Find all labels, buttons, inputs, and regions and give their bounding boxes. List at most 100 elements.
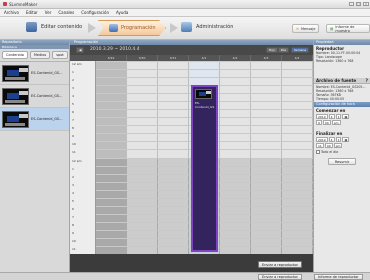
allday-checkbox[interactable] <box>316 150 320 154</box>
monitor-icon <box>181 22 192 32</box>
start-hour-input[interactable]: 9 <box>316 120 322 125</box>
hour-line <box>96 61 313 62</box>
library-tabs: Contenido Medios spot <box>0 49 69 62</box>
end-hour-input[interactable]: 11 <box>316 143 324 148</box>
event-thumbnail <box>195 89 212 100</box>
day-view-button[interactable]: Día <box>278 47 289 53</box>
message-label: Mensaje <box>300 26 316 31</box>
app-icon <box>3 2 7 6</box>
admin-button[interactable]: Administración <box>181 22 233 32</box>
schedule-grid[interactable]: 12 am 1 2 3 4 5 6 7 8 9 10 11 12 pm 1 2 3 4 5 6 7 8 9 10 11 ES-… <box>70 61 313 254</box>
hour-label: 4 <box>72 190 74 195</box>
reset-button[interactable]: Resumir <box>328 158 356 165</box>
list-item[interactable]: ES-Contenid_GS... <box>0 85 69 108</box>
hour-label: 11 <box>72 246 76 251</box>
title-bar: SLvmneMaker – □ × <box>0 0 370 9</box>
menu-editar[interactable]: Editar <box>26 10 38 15</box>
status-bar: Enviar a reproductor Informe de reproduc… <box>0 272 370 280</box>
hour-label: 12 pm <box>72 158 82 163</box>
hour-label: 10 <box>72 142 76 147</box>
menu-canales[interactable]: Canales <box>58 10 74 15</box>
app-window: SLvmneMaker – □ × Archivo Editar Ver Can… <box>0 0 370 280</box>
maximize-icon[interactable]: □ <box>356 2 361 6</box>
report-label: Informe de muestra <box>335 24 355 33</box>
content-thumbnail <box>2 110 29 128</box>
menu-configuracion[interactable]: Configuración <box>81 10 109 15</box>
start-minute-input[interactable]: 00 <box>322 120 331 125</box>
admin-label: Administración <box>196 24 234 30</box>
week-view-button[interactable]: Semana <box>291 47 310 53</box>
tab-spot[interactable]: spot <box>52 51 68 59</box>
hour-label: 9 <box>72 134 74 139</box>
tab-contenido[interactable]: Contenido <box>2 51 28 59</box>
list-item-label: ES-Contenid_GS... <box>31 117 63 121</box>
hour-label: 7 <box>72 214 74 219</box>
schedule-label: Programación <box>121 25 156 31</box>
end-month-input[interactable]: 4 <box>328 137 335 142</box>
hour-label: 8 <box>72 222 74 227</box>
window-title: SLvmneMaker <box>9 2 38 7</box>
report-button[interactable]: ▤ Informe de muestra <box>326 24 370 33</box>
end-minute-input[interactable]: 00 <box>324 143 333 148</box>
help-icon[interactable]: ? <box>366 78 368 83</box>
start-year-input[interactable]: 2010 <box>316 114 328 119</box>
menu-archivo[interactable]: Archivo <box>4 10 19 15</box>
file-time: Tiempo: 00:00:05 <box>316 97 345 101</box>
send-to-player-button[interactable]: Enviar a reproductor <box>258 261 302 268</box>
hour-label: 5 <box>72 198 74 203</box>
player-resolution: Resolución: 1360 x 768 <box>316 59 354 63</box>
hour-label: 3 <box>72 182 74 187</box>
menu-ayuda[interactable]: Ayuda <box>116 10 128 15</box>
minimize-icon[interactable]: – <box>349 2 354 6</box>
calendar-icon <box>109 24 118 32</box>
hour-label: 1 <box>72 166 74 171</box>
hour-column: 12 am 1 2 3 4 5 6 7 8 9 10 11 12 pm 1 2 3 4 5 6 7 8 9 10 11 <box>70 61 96 254</box>
end-time-field: 11 00 pm <box>316 143 368 148</box>
edit-content-label: Editar contenido <box>41 24 83 30</box>
close-icon[interactable]: × <box>363 2 369 6</box>
start-day-input[interactable]: 1 <box>335 114 342 119</box>
menu-ver[interactable]: Ver <box>45 10 52 15</box>
player-report-button[interactable]: Informe de reproductor <box>314 274 363 280</box>
step-arrow-icon <box>170 23 178 33</box>
edit-content-button[interactable]: Editar contenido <box>26 22 82 32</box>
end-day-input[interactable]: 1 <box>335 137 342 142</box>
message-icon: ✉ <box>296 26 299 31</box>
start-date-field: 2010 4 1 ▦ <box>316 114 368 119</box>
list-item[interactable]: ES-Contenid_GS... <box>0 108 69 131</box>
hour-label: 8 <box>72 126 74 131</box>
hour-label: 4 <box>72 94 74 99</box>
scheduled-event[interactable]: ES-Contenid_GS <box>191 85 218 252</box>
end-year-input[interactable]: 2010 <box>316 137 328 142</box>
end-ampm-select[interactable]: pm <box>333 143 343 148</box>
allday-field: Todo el día <box>316 150 368 154</box>
today-button[interactable]: Hoy <box>266 47 278 53</box>
start-ampm-select[interactable]: am <box>331 120 341 125</box>
schedule-footer: Enviar a reproductor <box>70 254 313 272</box>
calendar-icon[interactable]: ▦ <box>342 137 350 142</box>
hour-label: 1 <box>72 70 74 75</box>
prev-week-button[interactable]: ◀ <box>76 47 85 53</box>
list-item-label: ES-Contenid_GS... <box>31 94 63 98</box>
hour-label: 5 <box>72 102 74 107</box>
hour-label: 2 <box>72 78 74 83</box>
hour-label: 6 <box>72 206 74 211</box>
end-date-field: 2010 4 1 ▦ <box>316 137 368 142</box>
hour-label: 2 <box>72 174 74 179</box>
send-player-button[interactable]: Enviar a reproductor <box>258 274 302 280</box>
hour-label: 6 <box>72 110 74 115</box>
hour-label: 9 <box>72 230 74 235</box>
hour-line <box>96 69 313 71</box>
toolbar: Editar contenido Programación Administra… <box>0 17 370 40</box>
start-month-input[interactable]: 4 <box>328 114 335 119</box>
tab-medios[interactable]: Medios <box>29 51 51 59</box>
step-arrow-icon <box>88 23 96 33</box>
message-button[interactable]: ✉ Mensaje <box>292 24 320 33</box>
list-item[interactable]: ES-Contenid_GS... <box>0 62 69 85</box>
hour-line <box>96 77 313 79</box>
calendar-icon[interactable]: ▦ <box>342 114 350 119</box>
date-range: 2010.3.29 ~ 2010.4.4 <box>90 47 140 52</box>
start-title: Comenzar en <box>316 108 346 113</box>
schedule-button[interactable]: Programación <box>98 20 166 36</box>
hour-label: 10 <box>72 238 76 243</box>
